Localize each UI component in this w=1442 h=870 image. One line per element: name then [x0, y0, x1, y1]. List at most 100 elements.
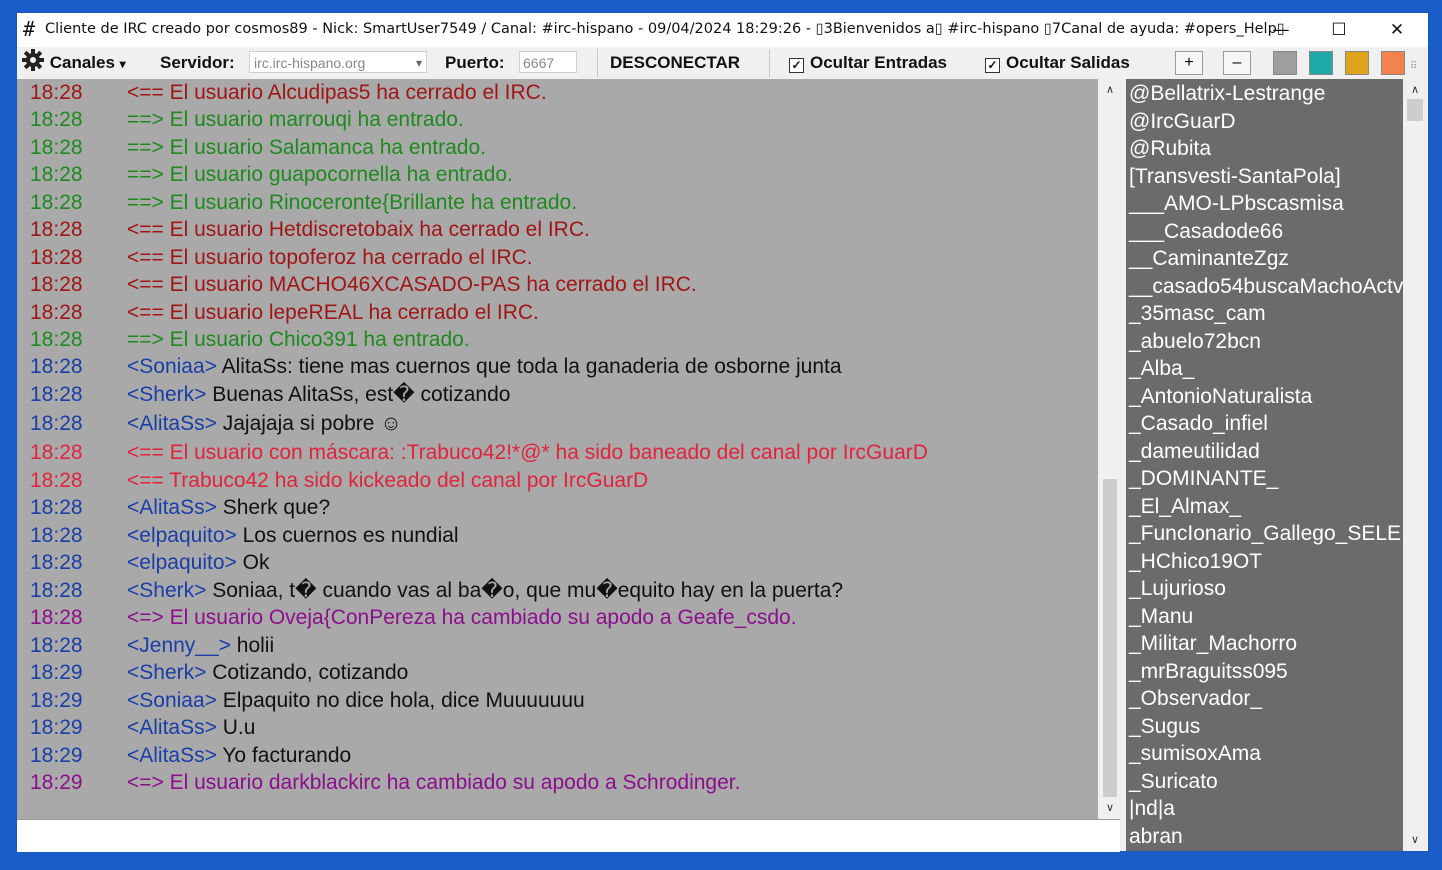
chat-timestamp: 18:28 [30, 634, 83, 657]
port-input[interactable]: 6667 [519, 51, 577, 73]
color-swatch-teal[interactable] [1309, 51, 1333, 75]
user-list-item[interactable]: _AntonioNaturalista [1129, 383, 1312, 410]
color-swatch-orange[interactable] [1381, 51, 1405, 75]
chat-nick[interactable]: <AlitaSs> [127, 744, 217, 767]
minimize-button[interactable]: — [1252, 13, 1310, 47]
chat-event-join: ==> El usuario Chico391 ha entrado. [127, 328, 470, 351]
chat-timestamp: 18:28 [30, 606, 83, 629]
chevron-down-icon[interactable]: ▾ [416, 52, 422, 74]
chat-scrollbar[interactable]: ∧ ∨ [1100, 79, 1120, 819]
disconnect-button[interactable]: DESCONECTAR [610, 47, 740, 79]
user-list-item[interactable]: ___AMO-LPbscasmisa [1129, 190, 1344, 217]
chat-nick[interactable]: <Soniaa> [127, 689, 217, 712]
user-list-item[interactable]: @Rubita [1129, 135, 1211, 162]
user-list-item[interactable]: [Transvesti-SantaPola] [1129, 163, 1341, 190]
user-list-item[interactable]: _Observador_ [1129, 685, 1262, 712]
resize-grip-icon: ⠿ [1410, 61, 1418, 72]
chat-message-text: Jajajaja si pobre ☺ [216, 412, 402, 435]
chat-nick[interactable]: <Jenny__> [127, 634, 231, 657]
maximize-button[interactable]: ☐ [1310, 13, 1368, 47]
chat-timestamp: 18:28 [30, 383, 83, 406]
font-decrease-button[interactable]: – [1223, 51, 1251, 75]
scroll-up-icon[interactable]: ∧ [1404, 81, 1426, 99]
chat-nick[interactable]: <Soniaa> [127, 355, 217, 378]
checkbox-checked-icon[interactable]: ✓ [985, 58, 1000, 73]
chat-nick[interactable]: <AlitaSs> [127, 716, 217, 739]
user-list-item[interactable]: _Alba_ [1129, 355, 1194, 382]
chat-message: <AlitaSs> U.u [127, 714, 255, 741]
chat-event-join: ==> El usuario guapocornella ha entrado. [127, 163, 513, 186]
user-list-item[interactable]: @Bellatrix-Lestrange [1129, 80, 1325, 107]
chat-log[interactable]: 18:28 <== El usuario Alcudipas5 ha cerrad… [17, 79, 1098, 819]
scrollbar-thumb[interactable] [1103, 479, 1117, 797]
channels-menu[interactable]: Canales ▾ [21, 47, 126, 79]
user-list-item[interactable]: __CaminanteZgz [1129, 245, 1289, 272]
font-increase-button[interactable]: + [1175, 51, 1203, 75]
hide-joins-toggle[interactable]: ✓ Ocultar Entradas [789, 47, 947, 79]
chat-message: <AlitaSs> Yo facturando [127, 742, 351, 769]
toolbar: Canales ▾ Servidor: irc.irc-hispano.org … [17, 47, 1428, 79]
user-list-item[interactable]: |nd|a [1129, 795, 1175, 822]
close-button[interactable]: ✕ [1368, 13, 1426, 47]
scrollbar-thumb[interactable] [1407, 99, 1423, 121]
user-list-item[interactable]: _FuncIonario_Gallego_SELE [1129, 520, 1401, 547]
scroll-up-icon[interactable]: ∧ [1100, 81, 1120, 99]
chat-message: <elpaquito> Los cuernos es nundial [127, 522, 459, 549]
user-list-item[interactable]: _DOMINANTE_ [1129, 465, 1278, 492]
title-bar[interactable]: # Cliente de IRC creado por cosmos89 - N… [17, 13, 1428, 47]
color-swatch-gray[interactable] [1273, 51, 1297, 75]
checkbox-checked-icon[interactable]: ✓ [789, 58, 804, 73]
user-list-item[interactable]: ___Casadode66 [1129, 218, 1283, 245]
user-list-item[interactable]: _35masc_cam [1129, 300, 1266, 327]
chat-nick[interactable]: <AlitaSs> [127, 496, 217, 519]
chat-nick[interactable]: <elpaquito> [127, 551, 237, 574]
chat-message: <Soniaa> AlitaSs: tiene mas cuernos que … [127, 353, 842, 380]
user-list-item[interactable]: _abuelo72bcn [1129, 328, 1261, 355]
chat-message-text: AlitaSs: tiene mas cuernos que toda la g… [216, 355, 842, 378]
user-list-item[interactable]: _Casado_infiel [1129, 410, 1268, 437]
user-list-item[interactable]: abran [1129, 823, 1183, 850]
chat-nick[interactable]: <AlitaSs> [127, 412, 217, 435]
user-list-item[interactable]: _Sugus [1129, 713, 1200, 740]
chat-timestamp: 18:28 [30, 441, 83, 464]
chat-timestamp: 18:28 [30, 163, 83, 186]
chevron-down-icon: ▾ [119, 57, 126, 71]
chat-nick[interactable]: <elpaquito> [127, 524, 237, 547]
hide-parts-toggle[interactable]: ✓ Ocultar Salidas [985, 47, 1130, 79]
chat-timestamp: 18:28 [30, 551, 83, 574]
user-list-item[interactable]: __casado54buscaMachoActv [1129, 273, 1403, 300]
user-list[interactable]: @Bellatrix-Lestrange @IrcGuarD @Rubita [Tra… [1126, 79, 1403, 851]
chat-nick[interactable]: <Sherk> [127, 383, 206, 406]
user-list-item[interactable]: _sumisoxAma [1129, 740, 1261, 767]
user-list-item[interactable]: _El_Almax_ [1129, 493, 1241, 520]
chat-nick[interactable]: <Sherk> [127, 661, 206, 684]
irc-client-window: # Cliente de IRC creado por cosmos89 - N… [16, 12, 1429, 852]
user-list-item[interactable]: _Militar_Machorro [1129, 630, 1297, 657]
scroll-down-icon[interactable]: ∨ [1100, 799, 1120, 817]
server-combobox[interactable]: irc.irc-hispano.org ▾ [249, 51, 427, 73]
toolbar-separator [769, 49, 770, 77]
chat-message-text: Los cuernos es nundial [236, 524, 459, 547]
chat-message-text: holii [230, 634, 275, 657]
user-list-item[interactable]: _Suricato [1129, 768, 1218, 795]
chat-message: <Jenny__> holii [127, 632, 274, 659]
user-list-item[interactable]: _HChico19OT [1129, 548, 1262, 575]
user-list-scrollbar[interactable]: ∧ ∨ [1404, 79, 1426, 851]
port-label: Puerto: [445, 53, 505, 72]
message-input[interactable] [17, 819, 1120, 852]
user-list-item[interactable]: @IrcGuarD [1129, 108, 1236, 135]
channels-label: Canales [49, 53, 115, 72]
scroll-down-icon[interactable]: ∨ [1404, 831, 1426, 849]
chat-nick[interactable]: <Sherk> [127, 579, 206, 602]
user-list-item[interactable]: _mrBraguitss095 [1129, 658, 1288, 685]
color-swatch-gold[interactable] [1345, 51, 1369, 75]
chat-message: <Sherk> Buenas AlitaSs, est� cotizando [127, 381, 510, 408]
user-list-item[interactable]: _dameutilidad [1129, 438, 1260, 465]
chat-timestamp: 18:28 [30, 355, 83, 378]
chat-timestamp: 18:28 [30, 191, 83, 214]
chat-message: <Sherk> Soniaa, t� cuando vas al ba�o, q… [127, 577, 843, 604]
user-list-item[interactable]: _Manu [1129, 603, 1193, 630]
chat-message: <Soniaa> Elpaquito no dice hola, dice Mu… [127, 687, 585, 714]
server-value: irc.irc-hispano.org [254, 55, 366, 71]
user-list-item[interactable]: _Lujurioso [1129, 575, 1226, 602]
